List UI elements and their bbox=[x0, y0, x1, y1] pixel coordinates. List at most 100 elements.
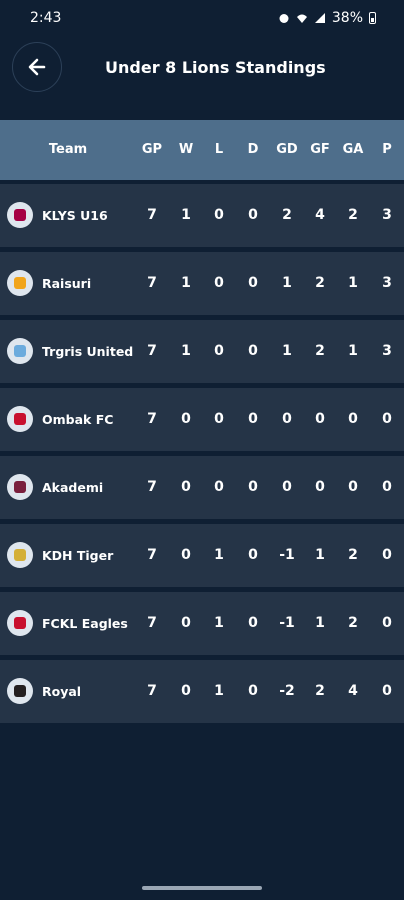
table-row[interactable]: Raisuri 7 1 0 0 1 2 1 3 bbox=[0, 252, 404, 315]
column-header-gp: GP bbox=[141, 142, 163, 157]
crest-color bbox=[14, 685, 26, 697]
stat-w: 1 bbox=[181, 343, 191, 359]
stat-l: 1 bbox=[214, 615, 224, 631]
column-header-p: P bbox=[382, 142, 392, 157]
column-header-gd: GD bbox=[276, 142, 298, 157]
standings-screen: 2:43 38% Under 8 Lions Standings Team GP… bbox=[0, 0, 404, 900]
stat-w: 0 bbox=[181, 479, 191, 495]
column-header-d: D bbox=[247, 142, 259, 157]
table-row[interactable]: FCKL Eagles 7 0 1 0 -1 1 2 0 bbox=[0, 592, 404, 655]
stat-gd: 0 bbox=[282, 479, 292, 495]
team-name: FCKL Eagles bbox=[42, 616, 128, 631]
team-crest-icon bbox=[7, 202, 33, 228]
stat-w: 1 bbox=[181, 207, 191, 223]
stat-w: 0 bbox=[181, 547, 191, 563]
table-row[interactable]: KDH Tiger 7 0 1 0 -1 1 2 0 bbox=[0, 524, 404, 587]
stat-gd: 2 bbox=[282, 207, 292, 223]
stat-ga: 2 bbox=[348, 615, 358, 631]
table-header: Team GP W L D GD GF GA P bbox=[0, 120, 404, 180]
table-row[interactable]: KLYS U16 7 1 0 0 2 4 2 3 bbox=[0, 184, 404, 247]
stat-gf: 1 bbox=[315, 615, 325, 631]
team-crest-icon bbox=[7, 474, 33, 500]
table-row[interactable]: Trgris United 7 1 0 0 1 2 1 3 bbox=[0, 320, 404, 383]
stat-gd: 0 bbox=[282, 411, 292, 427]
status-time: 2:43 bbox=[30, 10, 62, 26]
column-header-l: L bbox=[214, 142, 224, 157]
crest-color bbox=[14, 209, 26, 221]
stat-gp: 7 bbox=[147, 683, 157, 699]
crest-color bbox=[14, 345, 26, 357]
stat-l: 0 bbox=[214, 275, 224, 291]
stat-gf: 4 bbox=[315, 207, 325, 223]
stat-gf: 2 bbox=[315, 275, 325, 291]
stat-gd: -1 bbox=[279, 547, 295, 563]
stat-p: 0 bbox=[382, 547, 392, 563]
stat-ga: 1 bbox=[348, 275, 358, 291]
stat-d: 0 bbox=[248, 547, 258, 563]
stat-p: 0 bbox=[382, 683, 392, 699]
stat-d: 0 bbox=[248, 411, 258, 427]
stat-w: 1 bbox=[181, 275, 191, 291]
stat-gd: -2 bbox=[279, 683, 295, 699]
stat-l: 1 bbox=[214, 547, 224, 563]
team-name: KLYS U16 bbox=[42, 208, 108, 223]
team-crest-icon bbox=[7, 678, 33, 704]
crest-color bbox=[14, 549, 26, 561]
stat-ga: 0 bbox=[348, 479, 358, 495]
page-title: Under 8 Lions Standings bbox=[105, 58, 326, 77]
team-name: Trgris United bbox=[42, 344, 134, 359]
stat-gf: 2 bbox=[315, 343, 325, 359]
arrow-left-icon bbox=[28, 58, 46, 76]
stat-l: 0 bbox=[214, 343, 224, 359]
status-bar: 2:43 38% bbox=[0, 0, 404, 36]
stat-gp: 7 bbox=[147, 479, 157, 495]
back-button[interactable] bbox=[12, 42, 62, 92]
stat-d: 0 bbox=[248, 275, 258, 291]
home-indicator[interactable] bbox=[142, 886, 262, 890]
stat-ga: 2 bbox=[348, 547, 358, 563]
crest-color bbox=[14, 277, 26, 289]
stat-w: 0 bbox=[181, 683, 191, 699]
table-row[interactable]: Royal 7 0 1 0 -2 2 4 0 bbox=[0, 660, 404, 723]
crest-color bbox=[14, 481, 26, 493]
stat-gf: 0 bbox=[315, 411, 325, 427]
stat-l: 0 bbox=[214, 411, 224, 427]
standings-table: KLYS U16 7 1 0 0 2 4 2 3 Raisuri 7 1 0 0… bbox=[0, 184, 404, 728]
stat-w: 0 bbox=[181, 411, 191, 427]
stat-gd: -1 bbox=[279, 615, 295, 631]
stat-p: 3 bbox=[382, 275, 392, 291]
stat-gf: 2 bbox=[315, 683, 325, 699]
team-crest-icon bbox=[7, 610, 33, 636]
column-header-team: Team bbox=[48, 142, 88, 157]
team-name: Royal bbox=[42, 684, 82, 699]
table-row[interactable]: Akademi 7 0 0 0 0 0 0 0 bbox=[0, 456, 404, 519]
stat-gf: 0 bbox=[315, 479, 325, 495]
stat-d: 0 bbox=[248, 207, 258, 223]
stat-ga: 1 bbox=[348, 343, 358, 359]
stat-gd: 1 bbox=[282, 343, 292, 359]
stat-p: 0 bbox=[382, 479, 392, 495]
stat-gd: 1 bbox=[282, 275, 292, 291]
table-row[interactable]: Ombak FC 7 0 0 0 0 0 0 0 bbox=[0, 388, 404, 451]
stat-gp: 7 bbox=[147, 411, 157, 427]
team-crest-icon bbox=[7, 270, 33, 296]
stat-p: 0 bbox=[382, 411, 392, 427]
stat-gp: 7 bbox=[147, 615, 157, 631]
team-name: Raisuri bbox=[42, 276, 92, 291]
stat-d: 0 bbox=[248, 343, 258, 359]
stat-gp: 7 bbox=[147, 207, 157, 223]
stat-ga: 4 bbox=[348, 683, 358, 699]
team-crest-icon bbox=[7, 406, 33, 432]
column-header-gf: GF bbox=[310, 142, 330, 157]
battery-icon bbox=[369, 12, 376, 24]
alarm-icon bbox=[279, 14, 289, 23]
stat-gf: 1 bbox=[315, 547, 325, 563]
column-header-ga: GA bbox=[342, 142, 364, 157]
status-icons: 38% bbox=[278, 10, 376, 26]
team-crest-icon bbox=[7, 542, 33, 568]
stat-d: 0 bbox=[248, 479, 258, 495]
stat-p: 0 bbox=[382, 615, 392, 631]
team-crest-icon bbox=[7, 338, 33, 364]
team-name: KDH Tiger bbox=[42, 548, 114, 563]
stat-gp: 7 bbox=[147, 343, 157, 359]
